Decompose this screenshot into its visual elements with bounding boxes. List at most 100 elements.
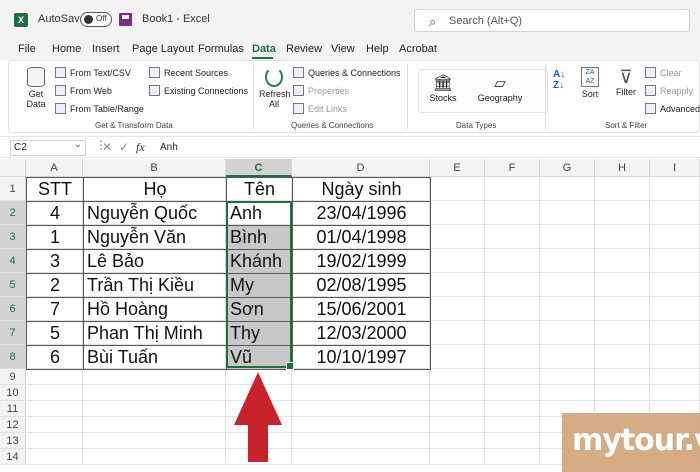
- table-cell[interactable]: Trần Thị Kiều: [83, 273, 227, 298]
- header-cell[interactable]: Tên: [226, 177, 293, 202]
- table-cell[interactable]: My: [226, 273, 293, 298]
- grid-cell[interactable]: [540, 273, 595, 297]
- fx-icon[interactable]: fx: [136, 140, 145, 155]
- table-cell[interactable]: Thy: [226, 321, 293, 346]
- grid-cell[interactable]: [430, 273, 485, 297]
- table-cell[interactable]: 23/04/1996: [292, 201, 431, 226]
- grid-cell[interactable]: [485, 177, 540, 201]
- grid-cell[interactable]: [595, 385, 650, 401]
- sort-button[interactable]: ZA AZ Sort: [575, 67, 605, 99]
- grid-cell[interactable]: [540, 249, 595, 273]
- row-header-13[interactable]: 13: [0, 433, 26, 449]
- grid-cell[interactable]: [485, 401, 540, 417]
- row-header-3[interactable]: 3: [0, 225, 26, 249]
- queries-connections-button[interactable]: Queries & Connections: [293, 67, 401, 78]
- select-all-corner[interactable]: [0, 159, 26, 177]
- table-cell[interactable]: Bình: [226, 225, 293, 250]
- row-header-10[interactable]: 10: [0, 385, 26, 401]
- table-cell[interactable]: Vũ: [226, 345, 293, 370]
- grid-cell[interactable]: [430, 449, 485, 465]
- col-header-f[interactable]: F: [485, 159, 540, 177]
- grid-cell[interactable]: [430, 249, 485, 273]
- grid-cell[interactable]: [430, 345, 485, 369]
- grid-cell[interactable]: [650, 177, 700, 201]
- grid-cell[interactable]: [430, 321, 485, 345]
- from-table-button[interactable]: From Table/Range: [55, 103, 144, 114]
- menu-view[interactable]: View: [331, 43, 355, 55]
- grid-cell[interactable]: [226, 369, 292, 385]
- grid-cell[interactable]: [650, 225, 700, 249]
- save-icon[interactable]: [119, 13, 132, 26]
- col-header-b[interactable]: B: [83, 159, 226, 177]
- grid-cell[interactable]: [26, 433, 83, 449]
- grid-cell[interactable]: [26, 417, 83, 433]
- recent-sources-button[interactable]: Recent Sources: [149, 67, 228, 78]
- grid-cell[interactable]: [595, 249, 650, 273]
- grid-cell[interactable]: [650, 345, 700, 369]
- grid-cell[interactable]: [430, 433, 485, 449]
- grid-cell[interactable]: [430, 201, 485, 225]
- table-cell[interactable]: Nguyễn Văn: [83, 225, 227, 250]
- table-cell[interactable]: Sơn: [226, 297, 293, 322]
- grid-cell[interactable]: [226, 417, 292, 433]
- menu-help[interactable]: Help: [366, 43, 389, 55]
- col-header-e[interactable]: E: [430, 159, 485, 177]
- grid-cell[interactable]: [292, 369, 430, 385]
- grid-cell[interactable]: [540, 201, 595, 225]
- row-header-7[interactable]: 7: [0, 321, 26, 345]
- grid-cell[interactable]: [26, 369, 83, 385]
- menu-acrobat[interactable]: Acrobat: [399, 43, 437, 55]
- table-cell[interactable]: Anh: [226, 201, 293, 226]
- table-cell[interactable]: 01/04/1998: [292, 225, 431, 250]
- table-cell[interactable]: 15/06/2001: [292, 297, 431, 322]
- grid-cell[interactable]: [83, 449, 226, 465]
- grid-cell[interactable]: [226, 433, 292, 449]
- row-header-12[interactable]: 12: [0, 417, 26, 433]
- grid-cell[interactable]: [292, 401, 430, 417]
- grid-cell[interactable]: [595, 297, 650, 321]
- grid-cell[interactable]: [595, 321, 650, 345]
- grid-cell[interactable]: [650, 369, 700, 385]
- reapply-button[interactable]: Reapply: [645, 85, 693, 96]
- cancel-icon[interactable]: ✕: [102, 140, 112, 154]
- header-cell[interactable]: STT: [26, 177, 84, 202]
- grid-cell[interactable]: [650, 321, 700, 345]
- grid-cell[interactable]: [430, 297, 485, 321]
- advanced-button[interactable]: Advanced: [645, 103, 700, 114]
- grid-cell[interactable]: [292, 417, 430, 433]
- table-cell[interactable]: 7: [26, 297, 84, 322]
- grid-cell[interactable]: [650, 273, 700, 297]
- grid-cell[interactable]: [595, 369, 650, 385]
- header-cell[interactable]: Ngày sinh: [292, 177, 431, 202]
- from-text-csv-button[interactable]: From Text/CSV: [55, 67, 131, 78]
- name-box[interactable]: C2: [10, 139, 86, 156]
- grid-cell[interactable]: [485, 385, 540, 401]
- grid-cell[interactable]: [650, 201, 700, 225]
- menu-formulas[interactable]: Formulas: [198, 43, 244, 55]
- grid-cell[interactable]: [83, 369, 226, 385]
- col-header-a[interactable]: A: [26, 159, 83, 177]
- grid-cell[interactable]: [540, 297, 595, 321]
- grid-cell[interactable]: [650, 385, 700, 401]
- grid-cell[interactable]: [226, 449, 292, 465]
- table-cell[interactable]: 02/08/1995: [292, 273, 431, 298]
- grid-cell[interactable]: [595, 225, 650, 249]
- col-header-c[interactable]: C: [226, 159, 292, 177]
- grid-cell[interactable]: [485, 225, 540, 249]
- grid-cell[interactable]: [485, 345, 540, 369]
- grid-cell[interactable]: [430, 401, 485, 417]
- grid-cell[interactable]: [26, 401, 83, 417]
- grid-cell[interactable]: [485, 201, 540, 225]
- menu-page-layout[interactable]: Page Layout: [132, 43, 194, 55]
- grid-cell[interactable]: [650, 249, 700, 273]
- grid-cell[interactable]: [292, 385, 430, 401]
- grid-cell[interactable]: [540, 385, 595, 401]
- header-cell[interactable]: Họ: [83, 177, 227, 202]
- row-header-1[interactable]: 1: [0, 177, 26, 201]
- grid-cell[interactable]: [83, 417, 226, 433]
- grid-cell[interactable]: [485, 297, 540, 321]
- table-cell[interactable]: 3: [26, 249, 84, 274]
- table-cell[interactable]: Nguyễn Quốc: [83, 201, 227, 226]
- table-cell[interactable]: 12/03/2000: [292, 321, 431, 346]
- table-cell[interactable]: 10/10/1997: [292, 345, 431, 370]
